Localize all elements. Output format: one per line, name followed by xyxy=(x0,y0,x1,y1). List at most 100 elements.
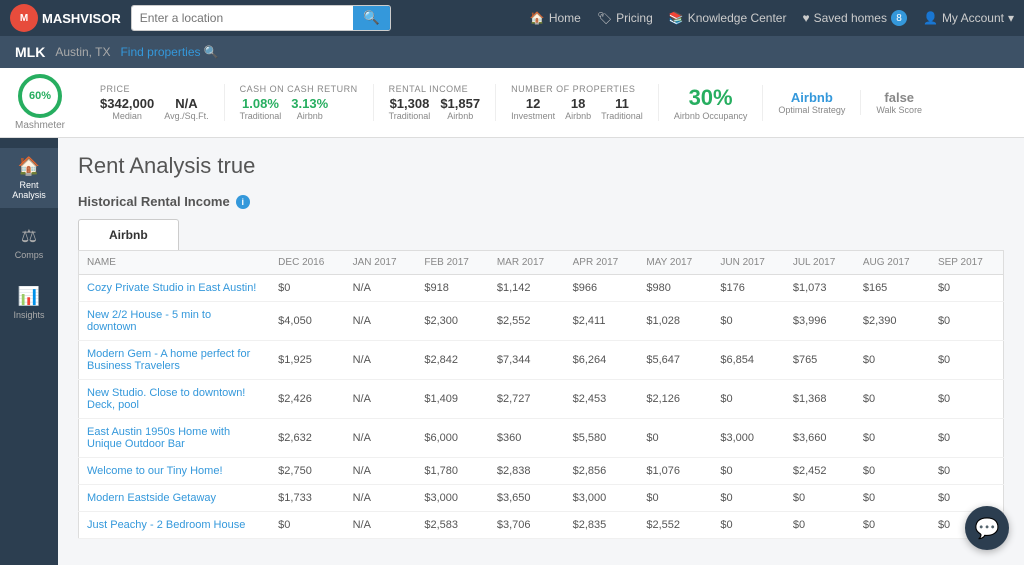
nav-saved-homes[interactable]: ♥ Saved homes 8 xyxy=(802,10,907,26)
table-row: East Austin 1950s Home with Unique Outdo… xyxy=(79,419,1004,458)
data-cell: $2,838 xyxy=(489,458,565,485)
rental-airbnb-label: Airbnb xyxy=(447,111,473,121)
data-cell: $0 xyxy=(855,512,930,539)
stat-price: PRICE $342,000 Median N/A Avg./Sq.Ft. xyxy=(85,84,225,121)
data-cell: N/A xyxy=(345,512,417,539)
main-layout: 🏠 RentAnalysis ⚖ Comps 📊 Insights Rent A… xyxy=(0,138,1024,565)
section-title-text: Historical Rental Income xyxy=(78,194,230,209)
search-input[interactable] xyxy=(132,6,353,30)
data-cell: N/A xyxy=(345,275,417,302)
data-cell: $966 xyxy=(565,275,639,302)
data-cell: $0 xyxy=(855,380,930,419)
coc-airbnb-label: Airbnb xyxy=(297,111,323,121)
property-name-cell[interactable]: Modern Eastside Getaway xyxy=(79,485,271,512)
data-cell: $2,835 xyxy=(565,512,639,539)
search-bar[interactable]: 🔍 xyxy=(131,5,391,31)
data-cell: $980 xyxy=(638,275,712,302)
data-cell: $3,660 xyxy=(785,419,855,458)
mashmeter-circle: 60% xyxy=(18,74,62,118)
sidebar-item-comps[interactable]: ⚖ Comps xyxy=(0,218,58,268)
optimal-value: Airbnb xyxy=(791,90,833,105)
knowledge-icon: 📚 xyxy=(669,11,684,25)
stat-num-props: NUMBER OF PROPERTIES 12 Investment 18 Ai… xyxy=(496,84,659,121)
walk-score-label: Walk Score xyxy=(876,105,922,115)
sidebar-comps-label: Comps xyxy=(15,250,44,260)
insights-icon: 📊 xyxy=(18,286,40,307)
data-cell: N/A xyxy=(345,302,417,341)
tab-airbnb[interactable]: Airbnb xyxy=(78,219,179,250)
data-cell: $0 xyxy=(855,485,930,512)
walk-col: false Walk Score xyxy=(876,90,922,115)
chat-button[interactable]: 💬 xyxy=(965,506,1009,550)
table-row: New 2/2 House - 5 min to downtown$4,050N… xyxy=(79,302,1004,341)
data-cell: $3,000 xyxy=(416,485,488,512)
data-cell: $2,426 xyxy=(270,380,344,419)
price-label: PRICE xyxy=(100,84,130,94)
property-name-cell[interactable]: Cozy Private Studio in East Austin! xyxy=(79,275,271,302)
property-name-cell[interactable]: Just Peachy - 2 Bedroom House xyxy=(79,512,271,539)
nav-home[interactable]: 🏠 Home xyxy=(530,11,581,25)
data-cell: $2,842 xyxy=(416,341,488,380)
sidebar-rent-label: RentAnalysis xyxy=(12,180,46,200)
stat-coc: CASH ON CASH RETURN 1.08% Traditional 3.… xyxy=(225,84,374,121)
data-cell: $2,452 xyxy=(785,458,855,485)
stat-walk: false Walk Score xyxy=(861,90,937,115)
find-properties-link[interactable]: Find properties 🔍 xyxy=(120,45,218,59)
col-aug2017: AUG 2017 xyxy=(855,251,930,275)
property-name-cell[interactable]: East Austin 1950s Home with Unique Outdo… xyxy=(79,419,271,458)
property-name-cell[interactable]: New 2/2 House - 5 min to downtown xyxy=(79,302,271,341)
navbar: M MASHVISOR 🔍 🏠 Home 🏷 Pricing 📚 Knowled… xyxy=(0,0,1024,36)
optimal-label: Optimal Strategy xyxy=(778,105,845,115)
col-name: NAME xyxy=(79,251,271,275)
content-area: Rent Analysis true Historical Rental Inc… xyxy=(58,138,1024,565)
data-cell: $0 xyxy=(270,512,344,539)
data-cell: $1,368 xyxy=(785,380,855,419)
nav-knowledge[interactable]: 📚 Knowledge Center xyxy=(669,11,787,25)
data-cell: $3,000 xyxy=(565,485,639,512)
col-may2017: MAY 2017 xyxy=(638,251,712,275)
price-sqft-col: N/A Avg./Sq.Ft. xyxy=(164,96,208,121)
data-cell: $918 xyxy=(416,275,488,302)
rent-analysis-icon: 🏠 xyxy=(18,156,40,177)
col-sep2017: SEP 2017 xyxy=(930,251,1004,275)
coc-traditional-value: 1.08% xyxy=(242,96,279,111)
property-name-cell[interactable]: Modern Gem - A home perfect for Business… xyxy=(79,341,271,380)
sidebar-item-rent-analysis[interactable]: 🏠 RentAnalysis xyxy=(0,148,58,208)
table-row: Modern Gem - A home perfect for Business… xyxy=(79,341,1004,380)
data-cell: $3,706 xyxy=(489,512,565,539)
property-name-cell[interactable]: New Studio. Close to downtown! Deck, poo… xyxy=(79,380,271,419)
data-cell: $176 xyxy=(712,275,784,302)
data-cell: $0 xyxy=(712,380,784,419)
rental-airbnb-value: $1,857 xyxy=(440,96,480,111)
data-cell: N/A xyxy=(345,341,417,380)
sidebar-item-insights[interactable]: 📊 Insights xyxy=(0,278,58,328)
num-airbnb-value: 18 xyxy=(571,96,585,111)
data-cell: $2,300 xyxy=(416,302,488,341)
data-cell: $3,650 xyxy=(489,485,565,512)
data-cell: $0 xyxy=(638,485,712,512)
rental-traditional-label: Traditional xyxy=(389,111,431,121)
search-button[interactable]: 🔍 xyxy=(353,6,390,30)
pricing-icon: 🏷 xyxy=(597,11,612,25)
data-cell: $0 xyxy=(785,485,855,512)
num-airbnb-col: 18 Airbnb xyxy=(565,96,591,121)
num-investment-label: Investment xyxy=(511,111,555,121)
property-name-cell[interactable]: Welcome to our Tiny Home! xyxy=(79,458,271,485)
data-cell: $1,142 xyxy=(489,275,565,302)
data-cell: $0 xyxy=(855,419,930,458)
table-row: New Studio. Close to downtown! Deck, poo… xyxy=(79,380,1004,419)
walk-score-value: false xyxy=(884,90,914,105)
data-cell: N/A xyxy=(345,419,417,458)
data-cell: $0 xyxy=(785,512,855,539)
nav-account[interactable]: 👤 My Account ▾ xyxy=(923,11,1014,25)
price-median-col: $342,000 Median xyxy=(100,96,154,121)
data-cell: $0 xyxy=(855,458,930,485)
mashmeter-label: Mashmeter xyxy=(15,120,65,131)
nav-pricing[interactable]: 🏷 Pricing xyxy=(597,11,653,25)
data-cell: $1,780 xyxy=(416,458,488,485)
rental-traditional-col: $1,308 Traditional xyxy=(389,96,431,121)
data-cell: $2,583 xyxy=(416,512,488,539)
coc-traditional-col: 1.08% Traditional xyxy=(240,96,282,121)
data-cell: N/A xyxy=(345,458,417,485)
num-props-label: NUMBER OF PROPERTIES xyxy=(511,84,635,94)
